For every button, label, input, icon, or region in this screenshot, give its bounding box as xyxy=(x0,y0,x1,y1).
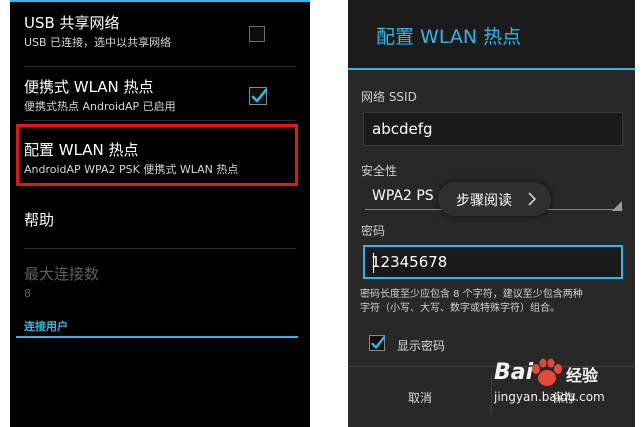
highlight-box xyxy=(16,124,298,186)
max-connections-item: 最大连接数 8 xyxy=(24,264,296,301)
portable-hotspot-checkbox[interactable] xyxy=(249,87,268,105)
password-hint-line1: 密码长度至少应包含 8 个字符，建议至少包含两种 xyxy=(360,289,583,300)
watermark-suffix: 经验 xyxy=(566,366,599,385)
spinner-arrow-icon xyxy=(612,201,622,211)
checkbox-checked-icon xyxy=(371,336,386,349)
security-value: WPA2 PS xyxy=(372,188,434,204)
help-title: 帮助 xyxy=(24,211,55,229)
show-password-checkbox[interactable] xyxy=(369,335,386,351)
ssid-label: 网络 SSID xyxy=(361,90,417,104)
password-hint-line2: 字符（小写、大写、数字或特殊字符）组合。 xyxy=(360,303,560,314)
max-connections-title: 最大连接数 xyxy=(24,265,100,283)
password-label: 密码 xyxy=(361,224,386,238)
top-accent-line xyxy=(10,0,310,2)
divider xyxy=(24,66,296,67)
baidu-jingyan-watermark: Bai 经验 jingyan.baidu.com xyxy=(490,354,630,414)
usb-tethering-checkbox[interactable] xyxy=(249,26,265,42)
step-reading-label: 步骤阅读 xyxy=(456,193,512,209)
divider xyxy=(24,248,296,249)
divider xyxy=(24,120,296,121)
ssid-value: abcdefg xyxy=(372,120,433,138)
password-hint: 密码长度至少应包含 8 个字符，建议至少包含两种 字符（小写、大写、数字或特殊字… xyxy=(360,288,625,316)
password-value: 12345678 xyxy=(371,253,448,271)
chevron-right-icon xyxy=(528,192,536,206)
password-input[interactable]: 12345678 xyxy=(363,245,623,279)
max-connections-value: 8 xyxy=(24,287,31,300)
baidu-paw-icon xyxy=(532,358,562,386)
title-underline xyxy=(348,68,635,70)
watermark-brand: Bai xyxy=(494,360,534,385)
show-password-label[interactable]: 显示密码 xyxy=(397,337,445,354)
section-divider xyxy=(16,336,298,338)
checkbox-checked-icon xyxy=(251,88,268,103)
step-reading-tooltip[interactable]: 步骤阅读 xyxy=(438,182,551,216)
dialog-title: 配置 WLAN 热点 xyxy=(376,26,522,48)
connected-users-header: 连接用户 xyxy=(24,320,68,333)
security-label: 安全性 xyxy=(361,164,398,178)
help-item[interactable]: 帮助 xyxy=(24,210,296,230)
tethering-settings-panel: USB 共享网络 USB 已连接，选中以共享网络 便携式 WLAN 热点 便携式… xyxy=(10,0,310,427)
watermark-url: jingyan.baidu.com xyxy=(494,390,605,404)
ssid-input[interactable]: abcdefg xyxy=(363,112,623,146)
cancel-button[interactable]: 取消 xyxy=(408,389,432,406)
